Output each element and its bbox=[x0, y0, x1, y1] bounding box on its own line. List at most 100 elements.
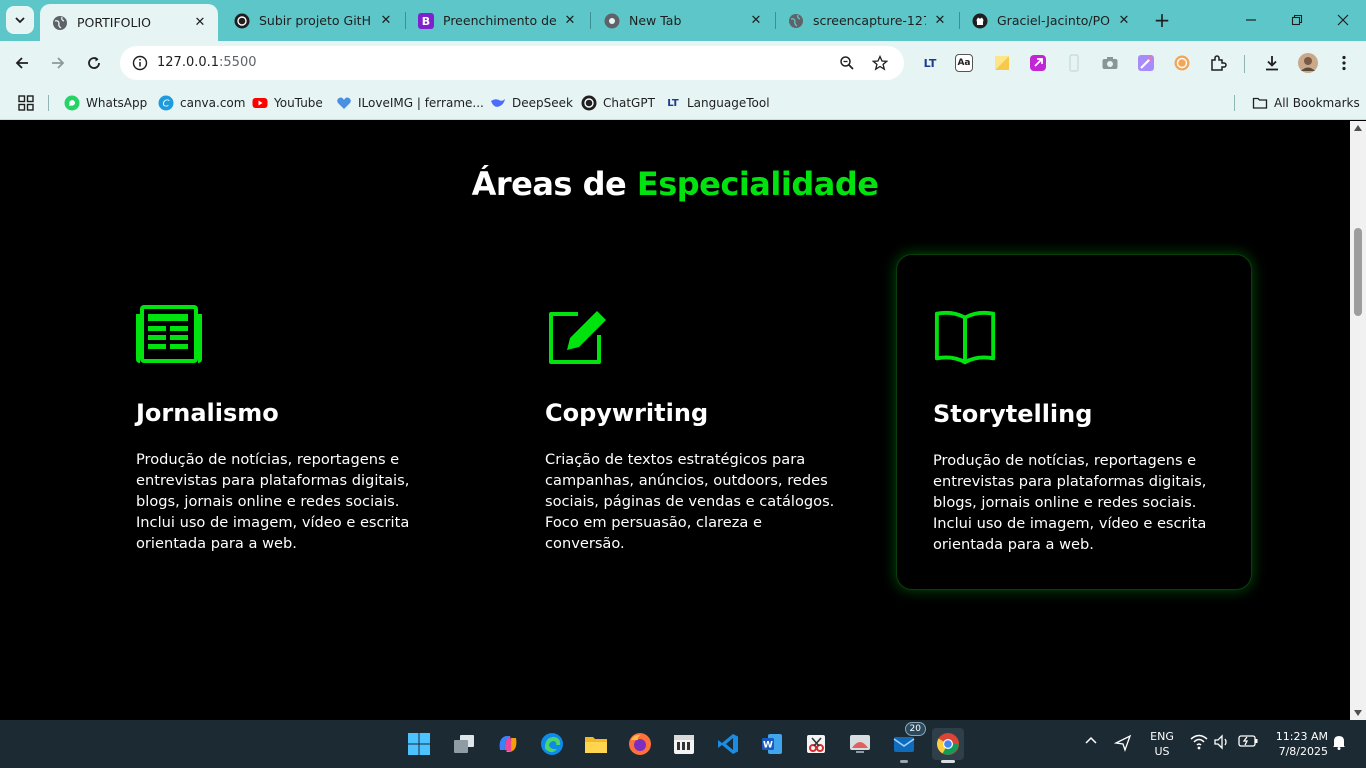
language-indicator[interactable]: ENG US bbox=[1146, 729, 1178, 759]
close-icon[interactable]: ✕ bbox=[378, 13, 394, 29]
scroll-down-arrow[interactable] bbox=[1354, 710, 1362, 716]
tab-portifolio[interactable]: PORTIFOLIO ✕ bbox=[40, 4, 218, 41]
chevron-down-icon bbox=[15, 17, 25, 24]
vscode-button[interactable] bbox=[712, 728, 744, 760]
bookmark-star-icon[interactable] bbox=[870, 53, 890, 73]
outlook-button[interactable]: 20 bbox=[888, 722, 926, 763]
reload-button[interactable] bbox=[80, 49, 108, 77]
page-scrollbar[interactable] bbox=[1350, 121, 1366, 720]
firefox-button[interactable] bbox=[624, 728, 656, 760]
bookmark-label: All Bookmarks bbox=[1274, 96, 1360, 110]
close-icon[interactable]: ✕ bbox=[562, 13, 578, 29]
chrome-icon bbox=[604, 13, 620, 29]
zoom-icon[interactable] bbox=[837, 53, 857, 73]
card-inner: Storytelling Produção de notícias, repor… bbox=[933, 255, 1233, 589]
battery-icon bbox=[1238, 735, 1258, 747]
word-button[interactable]: W bbox=[756, 728, 788, 760]
url-host: 127.0.0.1 bbox=[157, 55, 220, 70]
bookmark-iloveimg[interactable]: ILoveIMG | ferrame... bbox=[336, 93, 484, 113]
system-clock[interactable]: 11:23 AM 7/8/2025 bbox=[1262, 729, 1328, 759]
avatar[interactable] bbox=[1297, 52, 1319, 74]
wordpress-extension-icon[interactable] bbox=[1171, 52, 1193, 74]
tab-screencapture[interactable]: screencapture-127-0 ✕ bbox=[776, 0, 958, 41]
download-icon[interactable] bbox=[1261, 52, 1283, 74]
tab-strip: PORTIFOLIO ✕ Subir projeto GitHub ✕ B Pr… bbox=[0, 0, 1366, 41]
section-heading: Áreas de Especialidade bbox=[0, 165, 1350, 203]
forward-button[interactable] bbox=[44, 49, 72, 77]
task-view-button[interactable] bbox=[448, 728, 480, 760]
scroll-up-arrow[interactable] bbox=[1354, 125, 1362, 131]
all-bookmarks-button[interactable]: All Bookmarks bbox=[1252, 93, 1360, 113]
notifications-button[interactable] bbox=[1331, 734, 1347, 750]
file-explorer-button[interactable] bbox=[580, 728, 612, 760]
bookmark-whatsapp[interactable]: WhatsApp bbox=[64, 93, 147, 113]
tab-subir-projeto[interactable]: Subir projeto GitHub ✕ bbox=[222, 0, 404, 41]
purple-extension-icon[interactable] bbox=[1027, 52, 1049, 74]
bookmark-canva[interactable]: C canva.com bbox=[158, 93, 245, 113]
wifi-button[interactable] bbox=[1190, 734, 1208, 750]
apps-grid-icon[interactable] bbox=[18, 93, 34, 113]
edge-button[interactable] bbox=[536, 728, 568, 760]
send-icon bbox=[1114, 734, 1132, 752]
start-button[interactable] bbox=[403, 728, 435, 760]
snipping-tool-button[interactable] bbox=[800, 728, 832, 760]
phone-extension-icon[interactable] bbox=[1063, 52, 1085, 74]
tab-github[interactable]: Graciel-Jacinto/PORT ✕ bbox=[960, 0, 1142, 41]
close-icon[interactable]: ✕ bbox=[1116, 13, 1132, 29]
tab-search-button[interactable] bbox=[6, 6, 34, 34]
running-indicator bbox=[941, 760, 955, 763]
close-icon[interactable]: ✕ bbox=[932, 13, 948, 29]
camera-extension-icon[interactable] bbox=[1099, 52, 1121, 74]
restore-button[interactable] bbox=[1274, 0, 1320, 40]
card-copywriting: Copywriting Criação de textos estratégic… bbox=[545, 254, 901, 590]
url-port: :5500 bbox=[219, 55, 257, 70]
speaker-icon bbox=[1214, 734, 1227, 750]
toolbar-divider bbox=[1244, 55, 1245, 73]
languagetool-extension-icon[interactable]: LT bbox=[919, 52, 941, 74]
reload-icon bbox=[88, 57, 100, 69]
bookmark-deepseek[interactable]: DeepSeek bbox=[490, 93, 573, 113]
calendar-app-button[interactable] bbox=[668, 728, 700, 760]
new-tab-button[interactable]: + bbox=[1151, 8, 1173, 32]
close-window-button[interactable] bbox=[1320, 0, 1366, 40]
card-title: Storytelling bbox=[933, 400, 1093, 428]
bookmarks-bar: WhatsApp C canva.com YouTube ILoveIMG | … bbox=[0, 85, 1366, 120]
battery-button[interactable] bbox=[1238, 734, 1258, 748]
back-button[interactable] bbox=[8, 49, 36, 77]
dictionary-extension-icon[interactable]: Aa bbox=[955, 54, 973, 72]
windows-taskbar: W 20 ENG US 11:23 AM 7/8/2025 bbox=[0, 720, 1366, 768]
more-menu-icon[interactable] bbox=[1333, 52, 1355, 74]
close-icon[interactable]: ✕ bbox=[192, 15, 208, 31]
bookmark-youtube[interactable]: YouTube bbox=[252, 93, 323, 113]
show-hidden-icons-button[interactable] bbox=[1084, 734, 1098, 748]
bootstrap-icon: B bbox=[418, 12, 434, 29]
url-text[interactable]: 127.0.0.1:5500 bbox=[157, 55, 257, 70]
site-info-icon[interactable] bbox=[130, 53, 150, 73]
scroll-thumb[interactable] bbox=[1354, 228, 1362, 316]
tab-new-tab[interactable]: New Tab ✕ bbox=[592, 0, 774, 41]
svg-text:W: W bbox=[763, 741, 773, 751]
folder-icon bbox=[585, 737, 607, 753]
card-storytelling: Storytelling Produção de notícias, repor… bbox=[896, 254, 1252, 590]
task-view-icon bbox=[454, 735, 474, 753]
color-picker-extension-icon[interactable] bbox=[1135, 52, 1157, 74]
edit-icon bbox=[549, 311, 606, 364]
tab-preenchimento[interactable]: B Preenchimento de en ✕ bbox=[406, 0, 588, 41]
minimize-button[interactable] bbox=[1228, 0, 1274, 40]
chrome-button[interactable] bbox=[932, 728, 964, 763]
bookmark-chatgpt[interactable]: ChatGPT bbox=[581, 93, 655, 113]
puzzle-icon[interactable] bbox=[1207, 52, 1229, 74]
youtube-icon bbox=[252, 95, 268, 111]
address-bar[interactable]: 127.0.0.1:5500 bbox=[120, 46, 904, 80]
volume-button[interactable] bbox=[1213, 734, 1231, 750]
snipping-icon bbox=[807, 735, 825, 753]
remote-desktop-button[interactable] bbox=[844, 728, 876, 760]
location-button[interactable] bbox=[1114, 734, 1132, 752]
close-icon[interactable]: ✕ bbox=[748, 13, 764, 29]
copilot-button[interactable] bbox=[492, 728, 524, 760]
chevron-up-icon bbox=[1085, 736, 1097, 744]
highlighter-extension-icon[interactable] bbox=[991, 52, 1013, 74]
tab-title: Graciel-Jacinto/PORT bbox=[997, 13, 1110, 28]
edge-icon bbox=[541, 733, 563, 755]
bookmark-languagetool[interactable]: LT LanguageTool bbox=[665, 93, 769, 113]
